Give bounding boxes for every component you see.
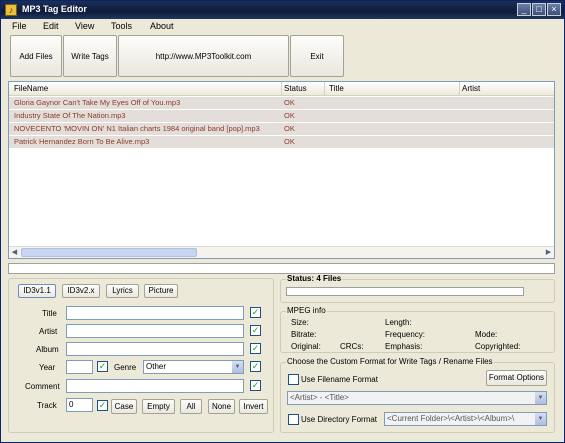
comment-input[interactable] (66, 379, 244, 393)
table-row[interactable]: NOVECENTO 'MOVIN ON' N1 Italian charts 1… (9, 123, 554, 135)
cell-filename: Industry State Of The Nation.mp3 (14, 111, 126, 120)
track-input[interactable]: 0 (66, 398, 93, 412)
horizontal-scrollbar[interactable]: ◀ ▶ (9, 246, 554, 258)
cell-filename: Gloria Gaynor Can't Take My Eyes Off of … (14, 98, 181, 107)
file-progress-bar (286, 287, 524, 296)
chevron-down-icon[interactable]: ▼ (232, 361, 243, 373)
title-checkbox[interactable]: ✓ (250, 307, 261, 318)
size-label: Size: (291, 318, 309, 327)
none-button[interactable]: None (208, 399, 235, 414)
directory-format-select[interactable]: <Current Folder>\<Artist>\<Album>\ ▼ (384, 412, 547, 426)
album-input[interactable] (66, 342, 244, 356)
write-tags-button[interactable]: Write Tags (63, 35, 117, 77)
table-row[interactable]: Industry State Of The Nation.mp3 OK (9, 110, 554, 122)
crcs-label: CRCs: (340, 342, 364, 351)
cell-status: OK (284, 137, 295, 146)
directory-format-value: <Current Folder>\<Artist>\<Album>\ (387, 414, 515, 423)
chevron-down-icon[interactable]: ▼ (535, 392, 546, 404)
cell-filename: Patrick Hernandez Born To Be Alive.mp3 (14, 137, 150, 146)
use-directory-label: Use Directory Format (301, 415, 378, 424)
year-input[interactable] (66, 360, 93, 374)
column-divider[interactable] (281, 82, 282, 96)
emphasis-label: Emphasis: (385, 342, 423, 351)
file-list-header: FileName Status Title Artist (9, 82, 554, 96)
frequency-label: Frequency: (385, 330, 426, 339)
format-options-button[interactable]: Format Options (486, 370, 547, 386)
col-filename[interactable]: FileName (14, 84, 48, 93)
scroll-thumb[interactable] (21, 248, 197, 257)
genre-select[interactable]: Other ▼ (143, 360, 244, 374)
cell-status: OK (284, 124, 295, 133)
album-label: Album (36, 345, 59, 354)
album-checkbox[interactable]: ✓ (250, 343, 261, 354)
use-filename-checkbox[interactable]: ✓ (288, 374, 299, 385)
menu-edit[interactable]: Edit (43, 21, 59, 31)
case-button[interactable]: Case (111, 399, 137, 414)
main-progress-bar (8, 263, 555, 274)
chevron-down-icon[interactable]: ▼ (535, 413, 546, 425)
format-heading: Choose the Custom Format for Write Tags … (286, 357, 494, 366)
artist-input[interactable] (66, 324, 244, 338)
length-label: Length: (385, 318, 412, 327)
website-link-button[interactable]: http://www.MP3Toolkit.com (118, 35, 289, 77)
mode-label: Mode: (475, 330, 498, 339)
cell-filename: NOVECENTO 'MOVIN ON' N1 Italian charts 1… (14, 124, 260, 133)
add-files-button[interactable]: Add Files (10, 35, 62, 77)
scroll-right-icon[interactable]: ▶ (544, 248, 553, 257)
copyrighted-label: Copyrighted: (475, 342, 521, 351)
scroll-left-icon[interactable]: ◀ (10, 248, 19, 257)
menu-bar: File Edit View Tools About (1, 19, 564, 33)
col-status[interactable]: Status (284, 84, 307, 93)
cell-status: OK (284, 98, 295, 107)
column-divider[interactable] (324, 82, 325, 96)
genre-value: Other (146, 362, 167, 371)
menu-file[interactable]: File (12, 21, 27, 31)
artist-checkbox[interactable]: ✓ (250, 325, 261, 336)
cell-status: OK (284, 111, 295, 120)
tab-id3v1[interactable]: ID3v1.1 (18, 284, 56, 298)
app-window: ♪ MP3 Tag Editor _ □ × File Edit View To… (0, 0, 565, 443)
menu-tools[interactable]: Tools (111, 21, 132, 31)
empty-button[interactable]: Empty (142, 399, 175, 414)
comment-checkbox[interactable]: ✓ (250, 380, 261, 391)
close-button[interactable]: × (547, 3, 561, 16)
column-divider[interactable] (459, 82, 460, 96)
col-title[interactable]: Title (329, 84, 344, 93)
tab-picture[interactable]: Picture (144, 284, 178, 298)
menu-view[interactable]: View (75, 21, 94, 31)
invert-button[interactable]: Invert (239, 399, 268, 414)
window-title: MP3 Tag Editor (22, 4, 87, 14)
use-filename-label: Use Filename Format (301, 375, 378, 384)
year-checkbox[interactable]: ✓ (97, 361, 108, 372)
track-checkbox[interactable]: ✓ (97, 400, 108, 411)
title-input[interactable] (66, 306, 244, 320)
table-row[interactable]: Patrick Hernandez Born To Be Alive.mp3 O… (9, 136, 554, 148)
menu-about[interactable]: About (150, 21, 174, 31)
artist-label: Artist (39, 327, 58, 336)
exit-button[interactable]: Exit (290, 35, 344, 77)
tab-lyrics[interactable]: Lyrics (106, 284, 139, 298)
mpeg-info-heading: MPEG info (286, 306, 327, 315)
comment-label: Comment (25, 382, 60, 391)
status-label: Status: 4 Files (286, 274, 343, 283)
year-label: Year (39, 363, 56, 372)
tab-id3v2[interactable]: ID3v2.x (62, 284, 100, 298)
app-icon: ♪ (5, 4, 17, 16)
file-list[interactable]: FileName Status Title Artist Gloria Gayn… (8, 81, 555, 259)
table-row[interactable]: Gloria Gaynor Can't Take My Eyes Off of … (9, 97, 554, 109)
filename-format-select[interactable]: <Artist> - <Title> ▼ (287, 391, 547, 405)
use-directory-checkbox[interactable]: ✓ (288, 414, 299, 425)
title-bar[interactable]: ♪ MP3 Tag Editor _ □ × (1, 1, 564, 19)
track-label: Track (37, 401, 57, 410)
maximize-button[interactable]: □ (532, 3, 546, 16)
all-button[interactable]: All (180, 399, 202, 414)
title-label: Title (42, 309, 57, 318)
col-artist[interactable]: Artist (462, 84, 480, 93)
minimize-button[interactable]: _ (517, 3, 531, 16)
genre-label: Genre (114, 363, 137, 372)
bitrate-label: Bitrate: (291, 330, 317, 339)
filename-format-value: <Artist> - <Title> (290, 393, 349, 402)
genre-checkbox[interactable]: ✓ (250, 361, 261, 372)
original-label: Original: (291, 342, 321, 351)
